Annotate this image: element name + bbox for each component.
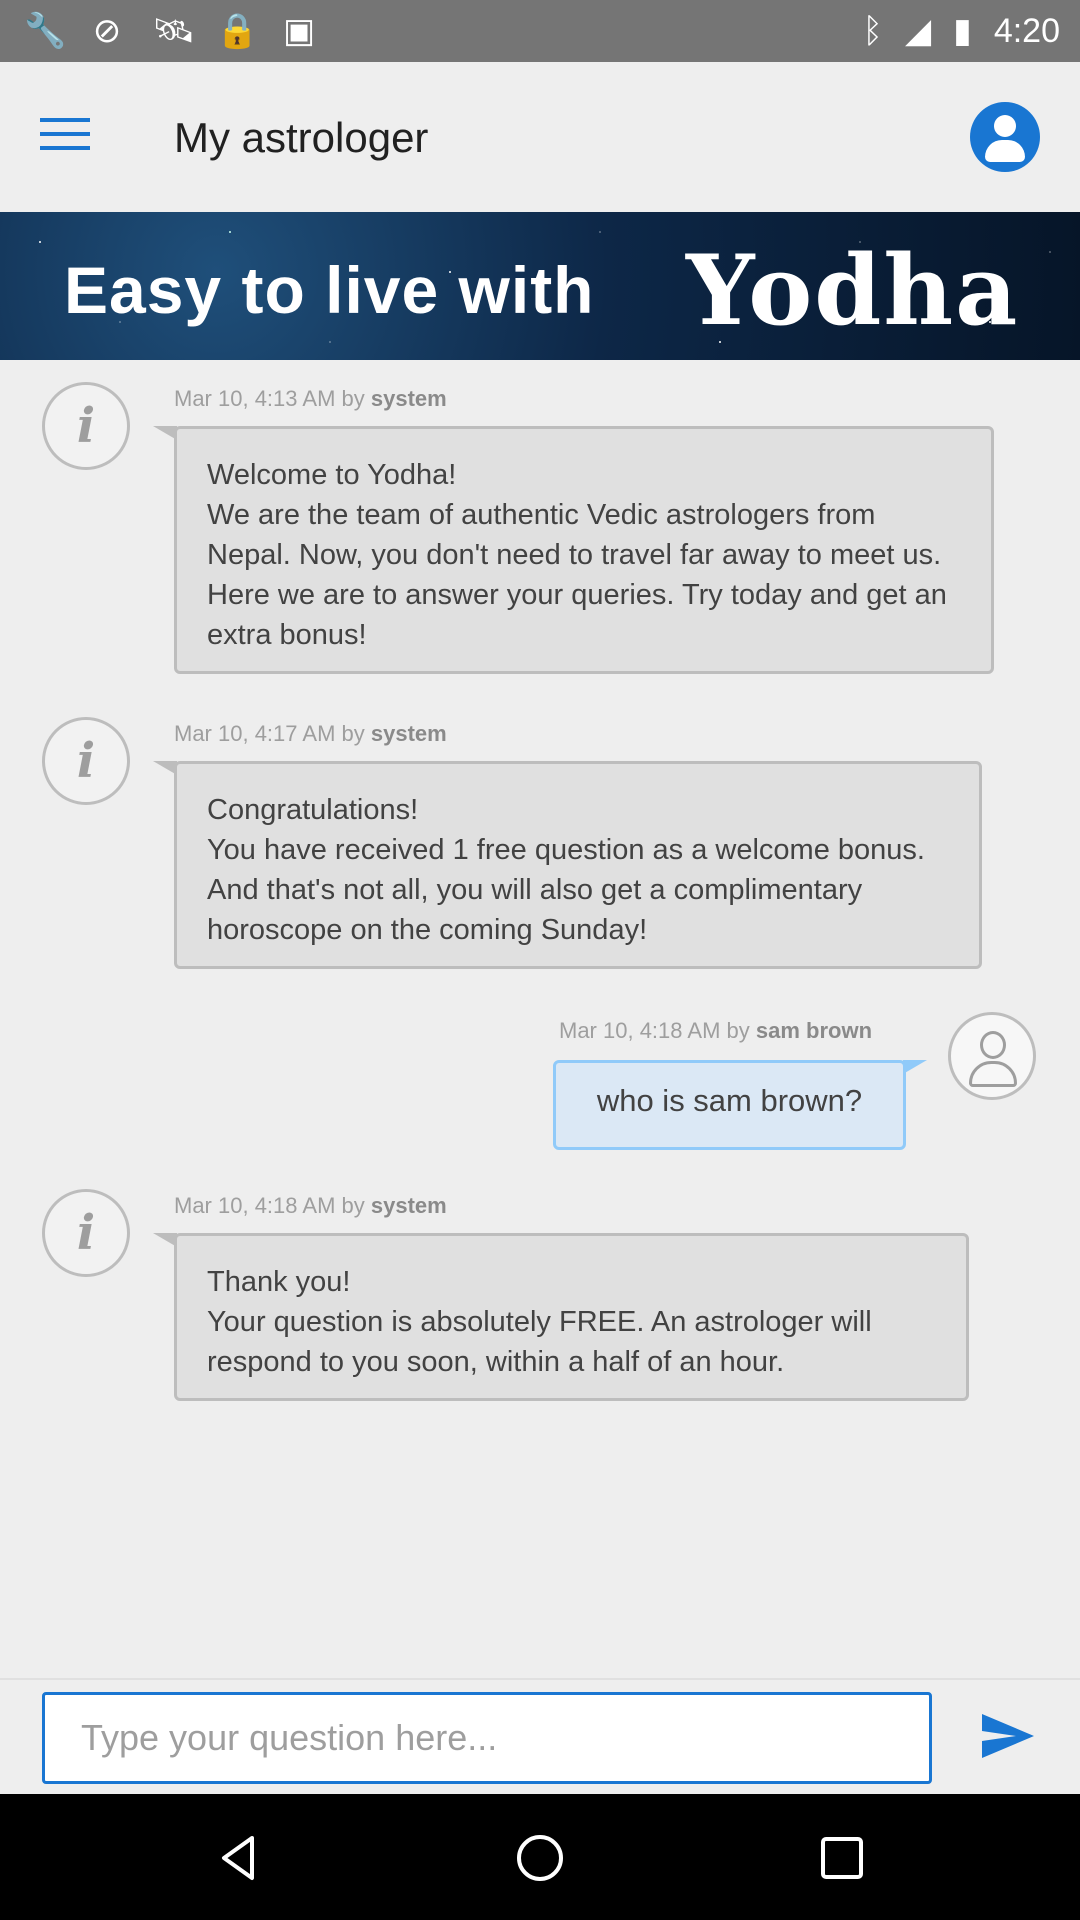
back-button[interactable] (212, 1832, 264, 1884)
system-message-bubble: Welcome to Yodha! We are the team of aut… (153, 426, 994, 674)
signal-icon: ◢ (904, 11, 932, 51)
home-icon (517, 1835, 563, 1881)
question-input[interactable] (42, 1692, 932, 1784)
question-composer (0, 1678, 1080, 1794)
message-author: system (370, 1193, 447, 1218)
send-button[interactable] (976, 1704, 1040, 1768)
message-meta: Mar 10, 4:13 AM by system (174, 386, 447, 412)
bluetooth-icon: ᛒ (862, 11, 883, 51)
wrench-icon: 🔧 (24, 11, 67, 51)
message-author: sam brown (755, 1018, 873, 1043)
app-bar: My astrologer (0, 62, 1080, 212)
info-icon: i (42, 382, 130, 470)
menu-icon[interactable] (40, 118, 90, 154)
status-time: 4:20 (993, 12, 1060, 50)
message-meta: Mar 10, 4:18 AM by system (174, 1193, 447, 1219)
navigation-bar (0, 1794, 1080, 1920)
system-message-bubble: Congratulations! You have received 1 fre… (153, 761, 982, 969)
message-timestamp: Mar 10, 4:18 AM by (174, 1193, 371, 1218)
message-meta: Mar 10, 4:18 AM by sam brown (559, 1018, 872, 1044)
battery-icon: ▮ (953, 11, 972, 51)
banner-brand-logo: Yodha (686, 234, 1020, 347)
info-icon: i (42, 1189, 130, 1277)
info-icon: i (42, 717, 130, 805)
status-bar: 🔧 ⊘ 🛰 🔒 ▣ ᛒ ◢ ▮ 4:20 (0, 0, 1080, 62)
message-author: system (370, 386, 447, 411)
notification-icons: 🔧 ⊘ 🛰 🔒 ▣ (24, 12, 318, 50)
promo-banner[interactable]: Easy to live with Yodha (0, 212, 1080, 360)
home-button[interactable] (514, 1832, 566, 1884)
banner-text: Easy to live with (64, 253, 595, 327)
android-icon: ▣ (282, 11, 316, 51)
recents-icon (821, 1837, 863, 1879)
message-meta: Mar 10, 4:17 AM by system (174, 721, 447, 747)
system-icons: ᛒ ◢ ▮ 4:20 (863, 10, 1060, 52)
send-icon (982, 1714, 1034, 1758)
circle-slash-icon: ⊘ (92, 11, 122, 51)
recents-button[interactable] (816, 1832, 868, 1884)
message-timestamp: Mar 10, 4:13 AM by (174, 386, 371, 411)
back-icon (222, 1836, 254, 1880)
page-title: My astrologer (174, 114, 429, 161)
lock-icon: 🔒 (216, 11, 259, 51)
user-message-bubble: who is sam brown? (553, 1060, 927, 1150)
satellite-icon: 🛰 (152, 11, 196, 51)
system-message-bubble: Thank you! Your question is absolutely F… (153, 1233, 969, 1401)
message-timestamp: Mar 10, 4:18 AM by (559, 1018, 756, 1043)
message-author: system (370, 721, 447, 746)
user-avatar (948, 1012, 1036, 1100)
message-timestamp: Mar 10, 4:17 AM by (174, 721, 371, 746)
account-icon[interactable] (970, 102, 1040, 172)
